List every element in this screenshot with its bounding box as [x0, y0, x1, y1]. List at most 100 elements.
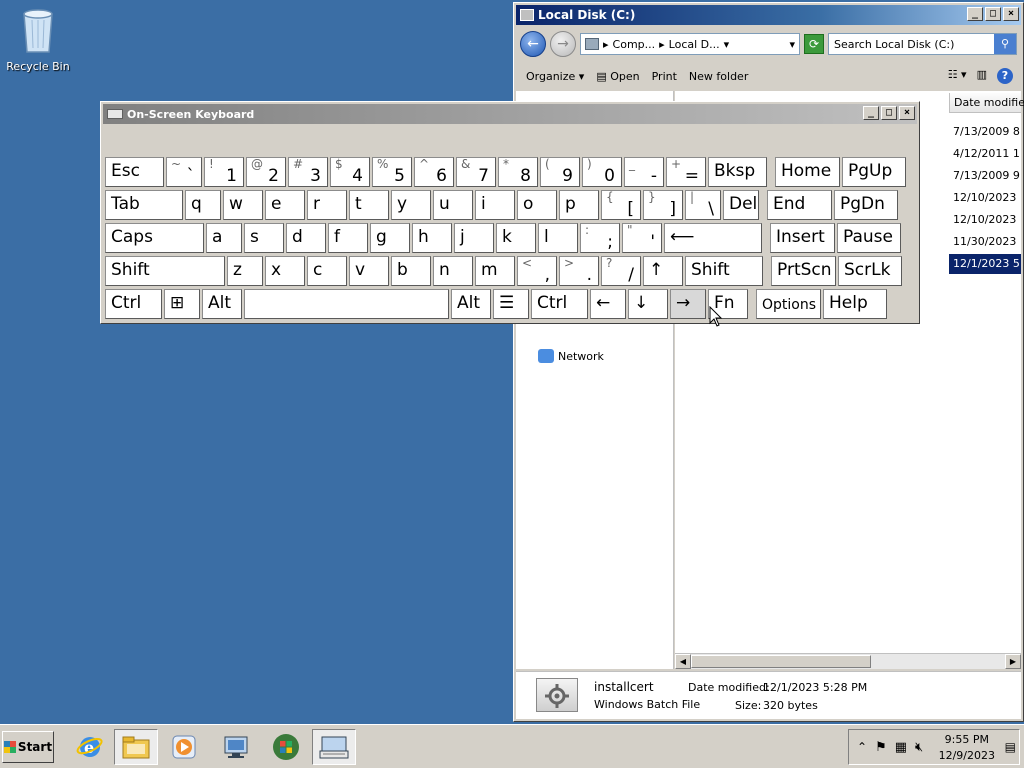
key-pgup[interactable]: PgUp	[842, 157, 906, 187]
help-icon[interactable]: ?	[997, 68, 1013, 84]
file-date-cell[interactable]: 12/10/2023 1	[949, 210, 1021, 230]
key-end[interactable]: End	[767, 190, 832, 220]
osk-close-button[interactable]: ×	[899, 106, 915, 120]
search-input[interactable]: Search Local Disk (C:) ⚲	[828, 33, 1017, 55]
new-folder-button[interactable]: New folder	[689, 70, 748, 83]
key-shift[interactable]: Shift	[685, 256, 763, 286]
preview-pane-icon[interactable]: ▥	[977, 68, 987, 84]
key-shift[interactable]: Shift	[105, 256, 225, 286]
key-del[interactable]: Del	[723, 190, 759, 220]
breadcrumb-computer[interactable]: Comp...	[613, 38, 656, 51]
taskbar-windows-explorer[interactable]	[114, 729, 158, 765]
recycle-bin-shortcut[interactable]: Recycle Bin	[6, 6, 70, 73]
scroll-left-icon[interactable]: ◀	[675, 654, 691, 669]
key-q[interactable]: q	[185, 190, 221, 220]
key-y[interactable]: y	[391, 190, 431, 220]
key-1[interactable]: ! 1	[204, 157, 244, 187]
key-sym4-5[interactable]: ☰	[493, 289, 529, 319]
key-g[interactable]: g	[370, 223, 410, 253]
key-m[interactable]: m	[475, 256, 515, 286]
clock[interactable]: 9:55 PM 12/9/2023	[939, 732, 995, 764]
key-o[interactable]: o	[517, 190, 557, 220]
key-3[interactable]: #3	[288, 157, 328, 187]
taskbar-on-screen-keyboard[interactable]	[312, 729, 356, 765]
key-prtscn[interactable]: PrtScn	[771, 256, 836, 286]
key-sym2-10[interactable]: :;	[580, 223, 620, 253]
key-insert[interactable]: Insert	[770, 223, 835, 253]
key-n[interactable]: n	[433, 256, 473, 286]
view-options-icon[interactable]: ☷ ▾	[948, 68, 967, 84]
taskbar-media-player[interactable]	[162, 729, 206, 765]
osk-minimize-button[interactable]: _	[863, 106, 879, 120]
breadcrumb-local-disk[interactable]: Local D...	[669, 38, 720, 51]
key-h[interactable]: h	[412, 223, 452, 253]
taskbar-internet-explorer[interactable]: e	[68, 729, 112, 765]
horizontal-scrollbar[interactable]: ◀ ▶	[675, 653, 1021, 669]
file-date-cell[interactable]: 7/13/2009 8:2	[949, 122, 1021, 142]
key-pause[interactable]: Pause	[837, 223, 901, 253]
open-button[interactable]: ▤ Open	[596, 70, 639, 83]
key-sym0-13[interactable]: + =	[666, 157, 706, 187]
key-ctrl[interactable]: Ctrl	[531, 289, 588, 319]
taskbar-server-manager[interactable]	[214, 729, 258, 765]
column-header-date-modified[interactable]: Date modified	[949, 93, 1024, 113]
key-tab[interactable]: Tab	[105, 190, 183, 220]
forward-button[interactable]: →	[550, 31, 576, 57]
key-sym3-10[interactable]: ? /	[601, 256, 641, 286]
key-scrlk[interactable]: ScrLk	[838, 256, 902, 286]
key-sym4-8[interactable]: ↓	[628, 289, 668, 319]
file-date-cell-selected[interactable]: 12/1/2023 5:2	[949, 254, 1021, 274]
key-t[interactable]: t	[349, 190, 389, 220]
key-9[interactable]: (9	[540, 157, 580, 187]
key-r[interactable]: r	[307, 190, 347, 220]
key-ctrl[interactable]: Ctrl	[105, 289, 162, 319]
file-date-cell[interactable]: 11/30/2023 1	[949, 232, 1021, 252]
search-icon[interactable]: ⚲	[994, 34, 1016, 54]
minimize-button[interactable]: _	[967, 7, 983, 21]
file-date-cell[interactable]: 7/13/2009 9:5	[949, 166, 1021, 186]
key-u[interactable]: u	[433, 190, 473, 220]
language-icon[interactable]: ▤	[1005, 740, 1016, 754]
key-z[interactable]: z	[227, 256, 263, 286]
key-l[interactable]: l	[538, 223, 578, 253]
key-esc[interactable]: Esc	[105, 157, 164, 187]
start-button[interactable]: Start	[2, 731, 54, 763]
key-7[interactable]: & 7	[456, 157, 496, 187]
file-date-cell[interactable]: 12/10/2023 1	[949, 188, 1021, 208]
key-sym1-11[interactable]: {[	[601, 190, 641, 220]
key-k[interactable]: k	[496, 223, 536, 253]
action-center-flag-icon[interactable]: ⚑	[875, 740, 887, 755]
key-pgdn[interactable]: PgDn	[834, 190, 898, 220]
key-c[interactable]: c	[307, 256, 347, 286]
key-sym4-7[interactable]: ←	[590, 289, 626, 319]
address-bar[interactable]: ▸ Comp... ▸ Local D... ▾ ▾	[580, 33, 800, 55]
key-a[interactable]: a	[206, 223, 242, 253]
key-x[interactable]: x	[265, 256, 305, 286]
key-2[interactable]: @2	[246, 157, 286, 187]
key-b[interactable]: b	[391, 256, 431, 286]
key-options[interactable]: Options	[756, 289, 821, 319]
key-d[interactable]: d	[286, 223, 326, 253]
key-sym4-1[interactable]: ⊞	[164, 289, 200, 319]
chevron-down-icon[interactable]: ▾	[724, 38, 730, 51]
key-sym3-11[interactable]: ↑	[643, 256, 683, 286]
network-tray-icon[interactable]: ▦	[895, 740, 907, 755]
organize-menu[interactable]: Organize ▾	[526, 70, 584, 83]
key-6[interactable]: ^ 6	[414, 157, 454, 187]
key-sym0-12[interactable]: _ -	[624, 157, 664, 187]
key-j[interactable]: j	[454, 223, 494, 253]
key-home[interactable]: Home	[775, 157, 840, 187]
key-8[interactable]: * 8	[498, 157, 538, 187]
scroll-right-icon[interactable]: ▶	[1005, 654, 1021, 669]
key-s[interactable]: s	[244, 223, 284, 253]
key-p[interactable]: p	[559, 190, 599, 220]
key-sym3-8[interactable]: <,	[517, 256, 557, 286]
key-bksp[interactable]: Bksp	[708, 157, 767, 187]
key-sym1-12[interactable]: }]	[643, 190, 683, 220]
key-sym2-11[interactable]: " '	[622, 223, 662, 253]
close-button[interactable]: ×	[1003, 7, 1019, 21]
maximize-button[interactable]: □	[985, 7, 1001, 21]
explorer-titlebar[interactable]: Local Disk (C:) _ □ ×	[516, 5, 1021, 25]
key-sym1-13[interactable]: | \	[685, 190, 721, 220]
show-hidden-icons-icon[interactable]: ⌃	[857, 740, 867, 754]
